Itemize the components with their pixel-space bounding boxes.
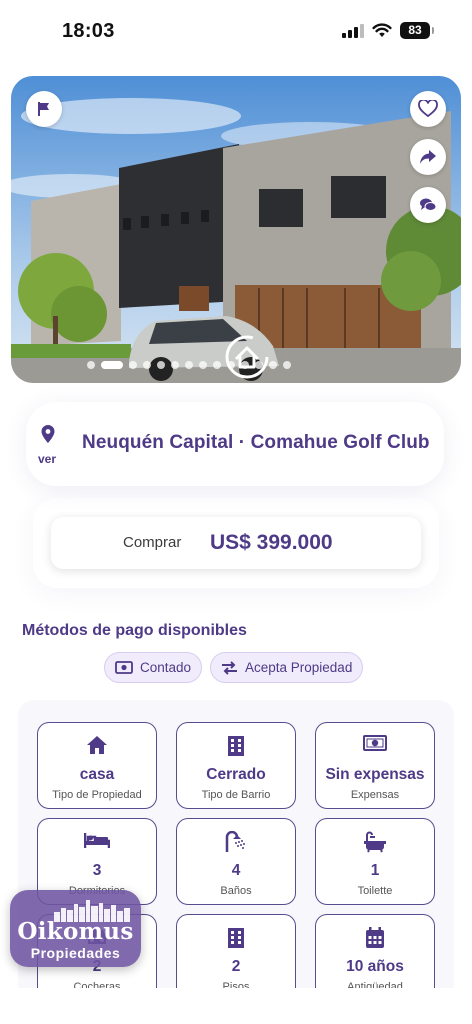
gallery-dot[interactable] xyxy=(269,361,277,369)
gallery-dot[interactable] xyxy=(227,361,235,369)
feature-label: Expensas xyxy=(350,789,400,801)
gallery-pagination[interactable] xyxy=(11,361,461,371)
gallery-dot[interactable] xyxy=(101,361,123,369)
feature-property-type: casa Tipo de Propiedad xyxy=(37,722,157,809)
map-pin-icon xyxy=(41,425,55,443)
feature-neighborhood-type: Cerrado Tipo de Barrio xyxy=(176,722,296,809)
feature-value: Sin expensas xyxy=(325,766,425,783)
calendar-icon xyxy=(366,927,384,948)
gallery-dot[interactable] xyxy=(143,361,151,369)
favorite-button[interactable] xyxy=(410,91,446,127)
brand-subtitle: Propiedades xyxy=(30,945,121,961)
feature-label: Tipo de Propiedad xyxy=(52,789,142,801)
view-map-link[interactable]: ver xyxy=(38,452,56,466)
swap-icon xyxy=(222,660,237,675)
location-text: Neuquén Capital · Comahue Golf Club xyxy=(82,432,430,453)
gallery-dot[interactable] xyxy=(283,361,291,369)
feature-label: Toilette xyxy=(357,885,393,897)
flag-icon xyxy=(38,102,49,116)
chat-button[interactable] xyxy=(410,187,446,223)
cash-icon xyxy=(115,661,133,674)
feature-value: 10 años xyxy=(346,958,404,975)
gallery-dot[interactable] xyxy=(241,361,249,369)
gallery-dot[interactable] xyxy=(199,361,207,369)
operation-type: Comprar xyxy=(123,534,182,551)
feature-value: casa xyxy=(79,766,115,783)
gallery-dot[interactable] xyxy=(185,361,193,369)
gallery-dot[interactable] xyxy=(87,361,95,369)
share-icon xyxy=(420,150,436,164)
feature-label: Baños xyxy=(220,885,252,897)
cellular-signal-icon xyxy=(342,23,364,38)
payment-chip-property-exchange[interactable]: Acepta Propiedad xyxy=(210,652,364,683)
status-indicators: 83 xyxy=(342,22,434,39)
money-icon xyxy=(363,735,387,751)
price-value: US$ 399.000 xyxy=(210,531,333,554)
feature-value: Cerrado xyxy=(206,766,266,783)
chat-icon xyxy=(420,198,437,211)
gallery-dot[interactable] xyxy=(255,361,263,369)
wifi-icon xyxy=(372,23,392,37)
bottom-safe-area xyxy=(0,988,472,1024)
gallery-dot[interactable] xyxy=(129,361,137,369)
location-card[interactable]: ver Neuquén Capital · Comahue Golf Club xyxy=(26,402,444,486)
status-time: 18:03 xyxy=(62,20,115,42)
building-icon xyxy=(228,736,244,756)
feature-value: 4 xyxy=(231,862,241,879)
price-card: Comprar US$ 399.000 xyxy=(51,517,421,569)
feature-label: Tipo de Barrio xyxy=(201,789,271,801)
heart-icon xyxy=(418,100,438,118)
share-button[interactable] xyxy=(410,139,446,175)
payment-methods-title: Métodos de pago disponibles xyxy=(22,622,247,639)
feature-value: 2 xyxy=(231,958,241,975)
payment-chip-label: Contado xyxy=(140,660,192,675)
feature-bathrooms: 4 Baños xyxy=(176,818,296,905)
shower-icon xyxy=(225,831,245,852)
feature-expenses: Sin expensas Expensas xyxy=(315,722,435,809)
bath-icon xyxy=(364,831,386,853)
feature-toilette: 1 Toilette xyxy=(315,818,435,905)
payment-chip-cash[interactable]: Contado xyxy=(104,652,203,683)
report-flag-button[interactable] xyxy=(26,91,62,127)
payment-chip-label: Acepta Propiedad xyxy=(245,660,353,675)
gallery-dot[interactable] xyxy=(213,361,221,369)
home-icon xyxy=(87,736,107,754)
bed-icon xyxy=(84,833,110,848)
gallery-dot[interactable] xyxy=(171,361,179,369)
brand-name: Oikomus xyxy=(17,918,134,945)
feature-value: 3 xyxy=(92,862,102,879)
building-icon xyxy=(228,928,244,948)
home-logo-watermark-icon xyxy=(225,335,269,379)
battery-icon: 83 xyxy=(400,22,434,39)
feature-value: 1 xyxy=(370,862,380,879)
gallery-dot[interactable] xyxy=(157,361,165,369)
property-photo-gallery[interactable] xyxy=(11,76,461,383)
brand-badge[interactable]: Oikomus Propiedades xyxy=(10,890,141,967)
status-bar: 18:03 83 xyxy=(0,0,472,60)
